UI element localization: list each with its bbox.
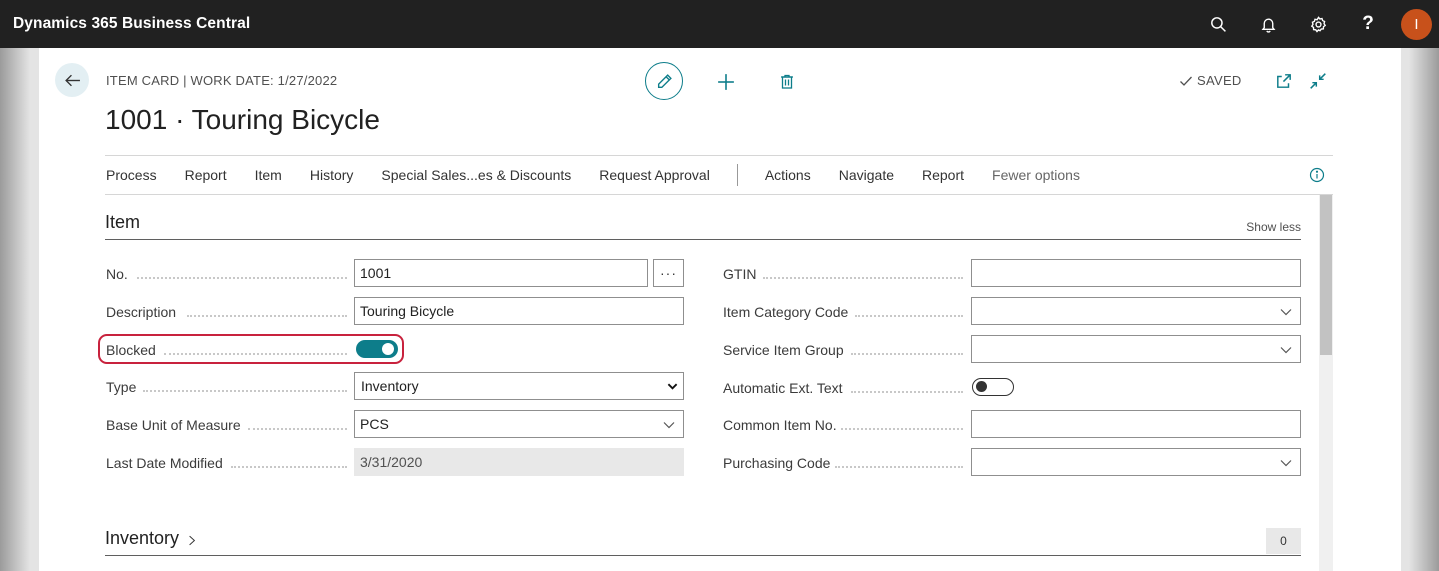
chevron-right-icon[interactable] <box>188 534 196 547</box>
bell-icon[interactable] <box>1243 0 1293 48</box>
action-special-sales[interactable]: Special Sales...es & Discounts <box>380 167 572 183</box>
dot-leader <box>835 466 963 468</box>
plus-icon <box>718 74 734 90</box>
action-history[interactable]: History <box>309 167 355 183</box>
common-item-no-field[interactable] <box>971 410 1301 438</box>
type-select[interactable]: Inventory <box>354 372 684 400</box>
search-icon[interactable] <box>1193 0 1243 48</box>
item-category-code-field[interactable] <box>971 297 1301 325</box>
service-item-group-label: Service Item Group <box>723 342 844 358</box>
item-section-title[interactable]: Item <box>105 212 140 232</box>
blocked-toggle[interactable] <box>356 340 398 358</box>
toggle-knob <box>382 343 394 355</box>
action-bar: Process Report Item History Special Sale… <box>105 155 1333 195</box>
action-item[interactable]: Item <box>254 167 283 183</box>
arrow-left-icon <box>64 74 80 86</box>
dot-leader <box>143 390 347 392</box>
edit-button[interactable] <box>645 62 683 100</box>
action-report[interactable]: Report <box>184 167 228 183</box>
gtin-field[interactable] <box>971 259 1301 287</box>
open-new-window-button[interactable] <box>1275 72 1293 90</box>
chevron-down-icon <box>667 383 678 390</box>
checkmark-icon <box>1180 76 1192 86</box>
page-caption: ITEM CARD | WORK DATE: 1/27/2022 <box>106 73 338 88</box>
item-category-code-label: Item Category Code <box>723 304 849 320</box>
delete-button[interactable] <box>776 70 798 92</box>
chevron-down-icon <box>1280 347 1292 354</box>
no-field[interactable]: 1001 <box>354 259 648 287</box>
action-report-2[interactable]: Report <box>921 167 965 183</box>
toggle-knob <box>976 381 987 392</box>
automatic-ext-text-toggle[interactable] <box>972 378 1014 396</box>
trash-icon <box>781 74 793 89</box>
base-unit-value: PCS <box>360 416 389 432</box>
help-icon[interactable]: ? <box>1343 0 1393 48</box>
gtin-label: GTIN <box>723 266 757 282</box>
description-field[interactable]: Touring Bicycle <box>354 297 684 325</box>
last-date-modified-label: Last Date Modified <box>106 455 223 471</box>
saved-status: SAVED <box>1179 73 1242 88</box>
item-card-panel: ITEM CARD | WORK DATE: 1/27/2022 1001 · … <box>39 48 1401 571</box>
dot-leader <box>231 466 347 468</box>
collapse-button[interactable] <box>1309 72 1327 90</box>
purchasing-code-field[interactable] <box>971 448 1301 476</box>
page-title: 1001 · Touring Bicycle <box>105 104 380 135</box>
avatar[interactable]: I <box>1401 8 1432 40</box>
saved-label: SAVED <box>1197 73 1242 88</box>
app-title[interactable]: Dynamics 365 Business Central <box>13 15 250 33</box>
help-glyph: ? <box>1362 13 1374 34</box>
last-date-modified-field: 3/31/2020 <box>354 448 684 476</box>
popout-icon <box>1277 74 1291 88</box>
automatic-ext-text-label: Automatic Ext. Text <box>723 380 843 396</box>
chevron-down-icon <box>663 422 675 429</box>
service-item-group-field[interactable] <box>971 335 1301 363</box>
pencil-icon <box>657 73 672 88</box>
common-item-no-label: Common Item No. <box>723 417 837 433</box>
dot-leader <box>187 315 347 317</box>
app-bar-icons: ? I <box>1193 0 1439 48</box>
app-bar: Dynamics 365 Business Central ? I <box>0 0 1439 48</box>
blocked-label: Blocked <box>106 342 156 358</box>
no-label: No. <box>106 266 128 282</box>
back-button[interactable] <box>55 63 89 97</box>
dot-leader <box>763 277 963 279</box>
inventory-section-title[interactable]: Inventory <box>105 528 179 548</box>
action-actions[interactable]: Actions <box>764 167 812 183</box>
action-process[interactable]: Process <box>105 167 158 183</box>
inventory-count-badge: 0 <box>1266 528 1301 554</box>
dot-leader <box>164 353 347 355</box>
dot-leader <box>248 428 347 430</box>
scrollbar-thumb[interactable] <box>1320 195 1332 355</box>
description-label: Description <box>106 304 177 320</box>
item-section-header: Item Show less <box>105 212 1301 240</box>
base-unit-field[interactable]: PCS <box>354 410 684 438</box>
base-unit-label: Base Unit of Measure <box>106 417 241 433</box>
assist-edit-button[interactable]: ··· <box>653 259 684 287</box>
show-less-link[interactable]: Show less <box>1246 220 1301 234</box>
type-label: Type <box>106 379 137 395</box>
action-fewer-options[interactable]: Fewer options <box>991 167 1081 183</box>
dot-leader <box>851 391 963 393</box>
action-request-approval[interactable]: Request Approval <box>598 167 711 183</box>
dot-leader <box>137 277 347 279</box>
action-separator <box>736 164 738 186</box>
info-icon[interactable] <box>1309 167 1325 183</box>
collapse-arrows-icon <box>1310 73 1326 89</box>
new-button[interactable] <box>715 71 737 93</box>
chevron-down-icon <box>1280 460 1292 467</box>
dot-leader <box>851 353 963 355</box>
purchasing-code-label: Purchasing Code <box>723 455 831 471</box>
dot-leader <box>841 428 963 430</box>
dot-leader <box>855 315 963 317</box>
type-value: Inventory <box>361 378 419 394</box>
action-navigate[interactable]: Navigate <box>838 167 895 183</box>
inventory-section-header: Inventory <box>105 528 1301 556</box>
chevron-down-icon <box>1280 309 1292 316</box>
gear-icon[interactable] <box>1293 0 1343 48</box>
